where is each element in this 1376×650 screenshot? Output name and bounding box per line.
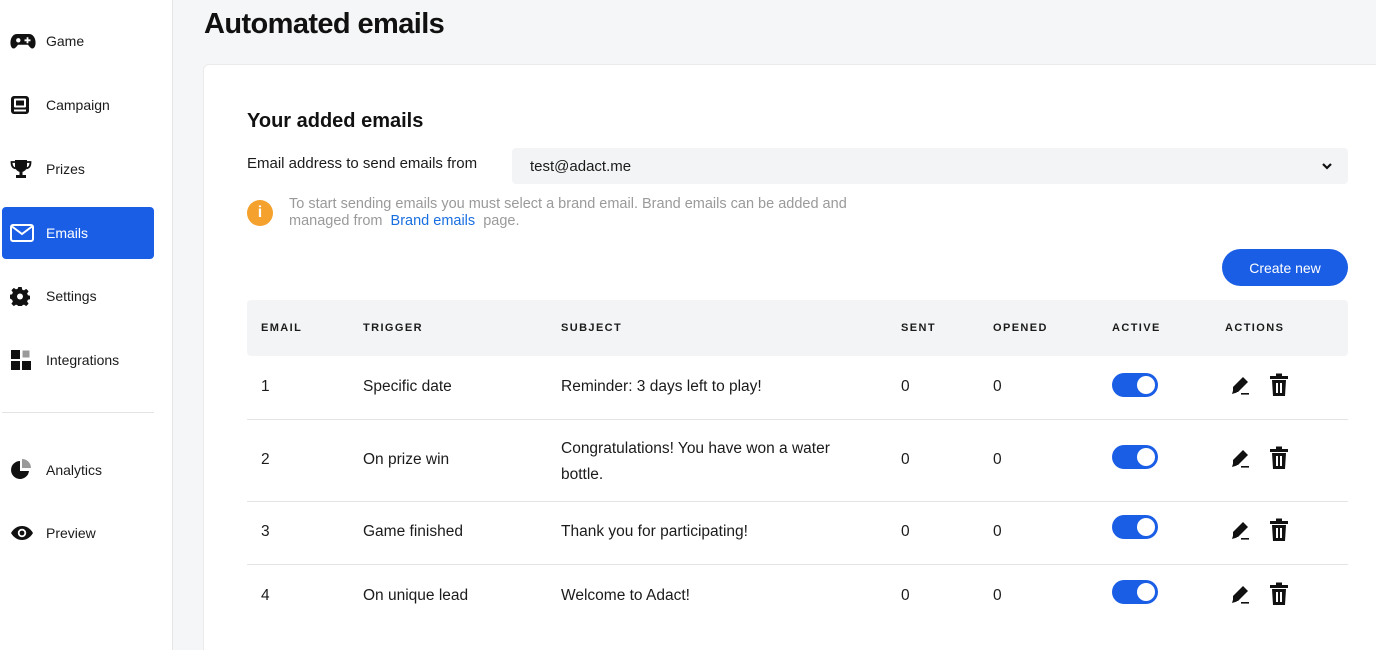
notice-text: To start sending emails you must select … (289, 196, 847, 229)
row-sent: 0 (901, 587, 910, 604)
active-toggle[interactable] (1112, 580, 1158, 604)
row-trigger: Game finished (363, 523, 463, 540)
gamepad-icon (10, 30, 38, 52)
active-toggle[interactable] (1112, 515, 1158, 539)
row-subject: Thank you for participating! (561, 523, 748, 540)
row-opened: 0 (993, 451, 1002, 468)
row-sent: 0 (901, 378, 910, 395)
sidebar-item-label: Settings (46, 288, 97, 304)
from-email-label: Email address to send emails from (247, 155, 478, 172)
active-toggle[interactable] (1112, 445, 1158, 469)
row-trigger: Specific date (363, 378, 452, 395)
column-header-subject: SUBJECT (561, 322, 623, 334)
brand-email-notice: i To start sending emails you must selec… (247, 196, 867, 230)
row-email-number: 1 (261, 378, 270, 395)
table-header: EMAIL TRIGGER SUBJECT SENT OPENED ACTIVE… (247, 300, 1348, 356)
column-header-sent: SENT (901, 322, 936, 334)
sidebar-item-game[interactable]: Game (2, 15, 154, 67)
sidebar-item-label: Campaign (46, 97, 110, 113)
row-opened: 0 (993, 378, 1002, 395)
eye-icon (10, 522, 38, 544)
gear-icon (10, 285, 38, 307)
sidebar-item-label: Integrations (46, 352, 120, 368)
delete-trash-icon[interactable] (1269, 446, 1289, 475)
table-row: 1 Specific date Reminder: 3 days left to… (247, 356, 1348, 420)
chevron-down-icon (1322, 163, 1332, 170)
table-row: 3 Game finished Thank you for participat… (247, 502, 1348, 565)
sidebar: Game Campaign Prizes Emails Settings Int… (0, 0, 173, 650)
delete-trash-icon[interactable] (1269, 373, 1289, 402)
page-title: Automated emails (204, 8, 445, 40)
sidebar-item-preview[interactable]: Preview (2, 507, 154, 559)
edit-pencil-icon[interactable] (1229, 584, 1251, 611)
section-title: Your added emails (247, 110, 424, 132)
row-sent: 0 (901, 523, 910, 540)
trophy-icon (10, 158, 38, 180)
brand-emails-link[interactable]: Brand emails (391, 213, 476, 229)
sidebar-item-campaign[interactable]: Campaign (2, 79, 154, 131)
table-row: 2 On prize win Congratulations! You have… (247, 420, 1348, 502)
edit-pencil-icon[interactable] (1229, 448, 1251, 475)
row-sent: 0 (901, 451, 910, 468)
pie-chart-icon (10, 459, 38, 481)
table-row: 4 On unique lead Welcome to Adact! 0 0 (247, 565, 1348, 629)
sidebar-item-label: Emails (46, 225, 89, 241)
create-new-button[interactable]: Create new (1222, 249, 1348, 286)
integrations-icon (10, 349, 38, 371)
info-icon: i (247, 200, 273, 226)
sidebar-item-emails[interactable]: Emails (2, 207, 154, 259)
edit-pencil-icon[interactable] (1229, 375, 1251, 402)
sidebar-item-label: Preview (46, 525, 96, 541)
sidebar-item-label: Game (46, 33, 85, 49)
row-subject: Reminder: 3 days left to play! (561, 378, 762, 395)
sidebar-divider (2, 412, 154, 413)
edit-pencil-icon[interactable] (1229, 520, 1251, 547)
sidebar-item-label: Prizes (46, 161, 85, 177)
row-email-number: 3 (261, 523, 270, 540)
delete-trash-icon[interactable] (1269, 582, 1289, 611)
row-opened: 0 (993, 587, 1002, 604)
from-email-value: test@adact.me (530, 157, 632, 175)
row-subject: Welcome to Adact! (561, 587, 690, 604)
column-header-opened: OPENED (993, 322, 1048, 334)
envelope-icon (10, 222, 38, 244)
row-trigger: On unique lead (363, 587, 469, 604)
row-email-number: 4 (261, 587, 270, 604)
delete-trash-icon[interactable] (1269, 518, 1289, 547)
column-header-active: ACTIVE (1112, 322, 1161, 334)
column-header-email: EMAIL (261, 322, 303, 334)
column-header-trigger: TRIGGER (363, 322, 423, 334)
row-opened: 0 (993, 523, 1002, 540)
column-header-actions: ACTIONS (1225, 322, 1285, 334)
campaign-icon (10, 94, 38, 116)
sidebar-item-label: Analytics (46, 462, 103, 478)
sidebar-item-prizes[interactable]: Prizes (2, 143, 154, 195)
sidebar-item-analytics[interactable]: Analytics (2, 444, 154, 496)
active-toggle[interactable] (1112, 373, 1158, 397)
row-subject: Congratulations! You have won a water bo… (561, 440, 830, 483)
from-email-select[interactable]: test@adact.me (512, 148, 1348, 184)
row-trigger: On prize win (363, 451, 450, 468)
row-email-number: 2 (261, 451, 270, 468)
sidebar-item-integrations[interactable]: Integrations (2, 334, 154, 386)
sidebar-item-settings[interactable]: Settings (2, 270, 154, 322)
